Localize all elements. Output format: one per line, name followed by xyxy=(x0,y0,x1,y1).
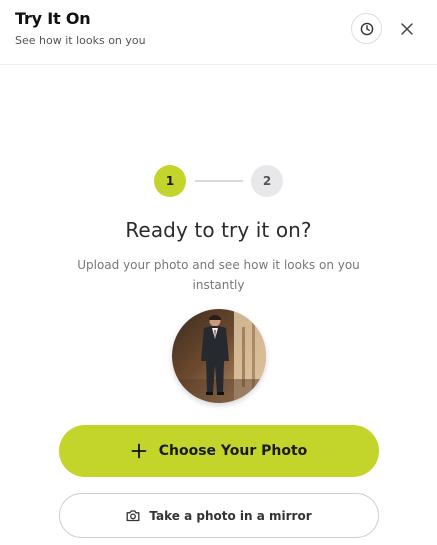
plus-icon xyxy=(131,443,147,459)
choose-photo-button[interactable]: Choose Your Photo xyxy=(59,425,379,477)
main-description: Upload your photo and see how it looks o… xyxy=(77,258,360,292)
mirror-photo-label: Take a photo in a mirror xyxy=(149,508,312,523)
step-connector xyxy=(195,180,243,182)
choose-photo-label: Choose Your Photo xyxy=(158,443,308,459)
header: Try It On See how it looks on you xyxy=(0,0,437,65)
stepper: 1 2 xyxy=(154,165,284,197)
close-icon xyxy=(400,22,414,36)
page-subtitle: See how it looks on you xyxy=(15,34,146,47)
step-2-indicator: 2 xyxy=(251,165,283,197)
page-title: Try It On xyxy=(15,9,91,28)
camera-icon xyxy=(126,509,140,522)
preview-photo xyxy=(172,309,266,403)
close-button[interactable] xyxy=(394,13,420,44)
clock-icon xyxy=(360,22,374,36)
mirror-photo-button[interactable]: Take a photo in a mirror xyxy=(59,493,379,538)
main-heading: Ready to try it on? xyxy=(125,218,312,242)
step-1-indicator: 1 xyxy=(154,165,186,197)
history-button[interactable] xyxy=(351,13,382,44)
